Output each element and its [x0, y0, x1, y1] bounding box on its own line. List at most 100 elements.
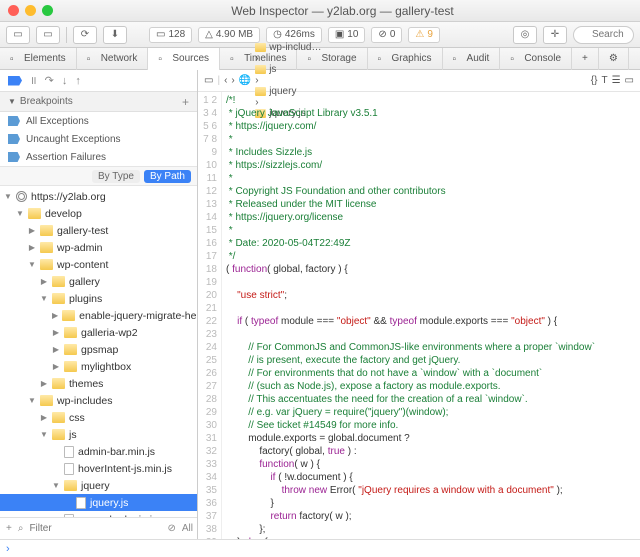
braces-icon[interactable]: {}	[591, 75, 598, 86]
window-title: Web Inspector — y2lab.org — gallery-test	[53, 4, 632, 18]
breakpoints-header[interactable]: ▼ Breakpoints +	[0, 92, 197, 112]
step-in-icon[interactable]: ↓	[62, 75, 68, 87]
metric-time[interactable]: ◷ 426ms	[266, 27, 322, 43]
metric-layers[interactable]: ▭ 128	[149, 27, 192, 43]
tree-filter-bar: By Type By Path	[0, 166, 197, 186]
add-tab-button[interactable]: +	[572, 48, 599, 70]
filter-input[interactable]	[29, 523, 161, 534]
file-item[interactable]: hoverIntent-js.min.js	[0, 460, 197, 477]
folder-icon	[64, 480, 77, 491]
metric-errors[interactable]: ⊘ 0	[371, 27, 402, 43]
folder-item[interactable]: ▶css	[0, 409, 197, 426]
download-icon[interactable]: ⬇	[103, 26, 127, 44]
search-input[interactable]	[573, 26, 634, 44]
crumb[interactable]: wp-includ…	[255, 42, 321, 53]
window-titlebar: Web Inspector — y2lab.org — gallery-test	[0, 0, 640, 22]
breakpoint-icon	[8, 152, 20, 162]
folder-item[interactable]: ▼develop	[0, 205, 197, 222]
metric-logs[interactable]: ▣ 10	[328, 27, 366, 43]
folder-icon	[40, 242, 53, 253]
folder-icon	[52, 378, 65, 389]
folder-item[interactable]: ▶enable-jquery-migrate-helper	[0, 307, 197, 324]
tab-network[interactable]: ▫Network	[77, 48, 149, 70]
filter-icon: ⌕	[18, 523, 24, 534]
origin-icon[interactable]: 🌐	[239, 75, 251, 86]
file-icon	[76, 497, 86, 509]
breakpoint-toggle-icon[interactable]	[8, 76, 22, 86]
editor-pane: ▭ | ‹ › 🌐 wp-includ… › js › jquery › jqu…	[198, 70, 640, 539]
breakpoint-icon	[8, 116, 20, 126]
file-item[interactable]: jquery.js	[0, 494, 197, 511]
folder-item[interactable]: ▼js	[0, 426, 197, 443]
origin-item[interactable]: ▼https://y2lab.org	[0, 188, 197, 205]
tab-elements[interactable]: ▫Elements	[0, 48, 77, 70]
details-toggle-icon[interactable]: ▭	[625, 75, 634, 86]
issues-filter-icon[interactable]: ⊘	[167, 523, 175, 534]
folder-item[interactable]: ▼jquery	[0, 477, 197, 494]
folder-icon	[40, 259, 53, 270]
folder-icon	[52, 293, 65, 304]
console-prompt[interactable]: ›	[0, 539, 640, 557]
traffic-lights	[8, 5, 53, 16]
gear-icon[interactable]: ⚙	[599, 48, 629, 70]
breakpoint-row[interactable]: All Exceptions	[0, 112, 197, 130]
tab-sources[interactable]: ▫Sources	[148, 48, 220, 70]
folder-icon	[52, 412, 65, 423]
folder-item[interactable]: ▼plugins	[0, 290, 197, 307]
add-resource-icon[interactable]: +	[6, 523, 12, 534]
file-icon	[64, 446, 74, 458]
tab-audit[interactable]: ▫Audit	[443, 48, 501, 70]
code-cov-icon[interactable]: ☰	[612, 75, 621, 86]
folder-item[interactable]: ▼wp-content	[0, 256, 197, 273]
tab-console[interactable]: ▫Console	[500, 48, 572, 70]
breakpoint-row[interactable]: Uncaught Exceptions	[0, 130, 197, 148]
file-item[interactable]: admin-bar.min.js	[0, 443, 197, 460]
metric-warnings[interactable]: ⚠ 9	[408, 27, 440, 43]
add-breakpoint-button[interactable]: +	[182, 95, 189, 109]
folder-item[interactable]: ▶themes	[0, 375, 197, 392]
sidebar-footer: + ⌕ ⊘ All ◉	[0, 517, 197, 539]
all-filter[interactable]: All	[182, 523, 193, 534]
search-box[interactable]	[573, 26, 634, 44]
folder-item[interactable]: ▶galleria-wp2	[0, 324, 197, 341]
crosshair-icon[interactable]: ✛	[543, 26, 567, 44]
pause-icon[interactable]: ॥	[30, 73, 37, 88]
tab-graphics[interactable]: ▫Graphics	[368, 48, 443, 70]
crumb[interactable]: js	[255, 64, 321, 75]
nav-back-icon[interactable]: ‹	[224, 75, 227, 86]
reload-icon[interactable]: ⟳	[73, 26, 97, 44]
source-tree[interactable]: ▼https://y2lab.org▼develop▶gallery-test▶…	[0, 186, 197, 517]
dock-right-icon[interactable]: ▭	[36, 26, 60, 44]
sidebar-toggle-icon[interactable]: ▭	[204, 75, 213, 86]
folder-item[interactable]: ▼wp-includes	[0, 392, 197, 409]
folder-item[interactable]: ▶gallery-test	[0, 222, 197, 239]
gutter[interactable]: 1 2 3 4 5 6 7 8 9 10 11 12 13 14 15 16 1…	[198, 92, 222, 539]
metric-size[interactable]: △ 4.90 MB	[198, 27, 260, 43]
by-path-pill[interactable]: By Path	[144, 170, 191, 183]
folder-item[interactable]: ▶mylightbox	[0, 358, 197, 375]
close-icon[interactable]	[8, 5, 19, 16]
debug-controls: ॥ ↷ ↓ ↑	[0, 70, 197, 92]
nav-fwd-icon[interactable]: ›	[231, 75, 234, 86]
folder-icon	[52, 429, 65, 440]
breakpoint-icon	[8, 134, 20, 144]
folder-item[interactable]: ▶gpsmap	[0, 341, 197, 358]
folder-icon	[52, 276, 65, 287]
minimize-icon[interactable]	[25, 5, 36, 16]
inspect-icon[interactable]: ◎	[513, 26, 537, 44]
folder-item[interactable]: ▶wp-admin	[0, 239, 197, 256]
globe-icon	[16, 191, 27, 202]
source-code[interactable]: /*! * jQuery JavaScript Library v3.5.1 *…	[222, 92, 640, 539]
step-over-icon[interactable]: ↷	[45, 74, 54, 87]
folder-icon	[255, 65, 266, 74]
dock-left-icon[interactable]: ▭	[6, 26, 30, 44]
by-type-pill[interactable]: By Type	[92, 170, 140, 183]
folder-item[interactable]: ▶gallery	[0, 273, 197, 290]
type-icon[interactable]: T	[601, 75, 607, 86]
breakpoint-row[interactable]: Assertion Failures	[0, 148, 197, 166]
zoom-icon[interactable]	[42, 5, 53, 16]
folder-icon	[255, 43, 266, 52]
step-out-icon[interactable]: ↑	[75, 75, 81, 87]
sidebar: ॥ ↷ ↓ ↑ ▼ Breakpoints + All ExceptionsUn…	[0, 70, 198, 539]
editor-body[interactable]: 1 2 3 4 5 6 7 8 9 10 11 12 13 14 15 16 1…	[198, 92, 640, 539]
